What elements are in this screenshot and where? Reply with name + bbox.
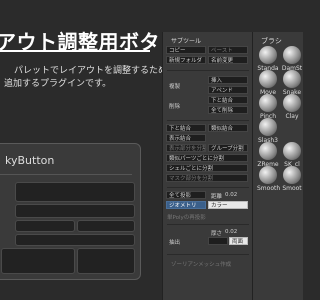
brush-item[interactable]: Smooth — [257, 166, 280, 192]
merge-visible-button[interactable]: 表示結合 — [166, 134, 206, 142]
reproject-label: 単Polyの再投影 — [167, 215, 206, 221]
brush-sphere-icon — [283, 46, 301, 64]
geometry-toggle[interactable]: ジオメトリ — [166, 201, 206, 209]
color-toggle[interactable]: カラー — [208, 201, 248, 209]
divider — [167, 70, 249, 71]
thickness-value[interactable]: 0.02 — [225, 229, 237, 235]
thickness-label: 厚さ — [211, 231, 223, 237]
brush-item[interactable]: DamSt — [281, 46, 303, 72]
rename-button[interactable]: 名前変更 — [208, 56, 248, 64]
brush-palette: ブラシ Standa DamSt Move Snake Pinch Clay S… — [252, 32, 303, 300]
divider — [167, 254, 249, 255]
both-sides-toggle[interactable]: 両面 — [229, 237, 248, 245]
split-similar-button[interactable]: 類似パーツごとに分割 — [166, 154, 248, 162]
custom-palette: kyButton — [0, 143, 141, 280]
brush-sphere-icon — [283, 94, 301, 112]
layout-button-slot[interactable] — [15, 220, 75, 232]
layout-button-slot[interactable] — [15, 182, 135, 202]
brush-item[interactable]: ZReme — [257, 142, 279, 168]
footer-label: ゾーリアンメッシュ作成 — [171, 262, 232, 268]
subtool-header: サブツール — [171, 38, 202, 45]
distance-label: 距離 — [211, 194, 223, 200]
brush-item[interactable]: Slash3 — [257, 118, 279, 144]
extract-option-button[interactable] — [208, 237, 228, 245]
split-hidden-button[interactable]: 表示部分を分割 — [166, 144, 206, 152]
layout-button-slot[interactable] — [15, 204, 135, 218]
brush-item[interactable]: Pinch — [257, 94, 279, 120]
paste-button[interactable]: ペースト — [208, 46, 248, 54]
brush-sphere-icon — [259, 166, 277, 184]
merge-down-2-button[interactable]: 下と結合 — [166, 124, 206, 132]
brush-sphere-icon — [259, 46, 277, 64]
layout-button-slot[interactable] — [77, 248, 135, 274]
divider — [167, 224, 249, 225]
split-masked-button[interactable]: マスク部分を分割 — [166, 174, 248, 182]
insert-button[interactable]: 挿入 — [208, 76, 248, 84]
delete-all-button[interactable]: 全て削除 — [208, 106, 248, 114]
brush-header: ブラシ — [261, 37, 282, 45]
extract-label: 抽出 — [169, 240, 181, 246]
subtool-panel: サブツール コピー ペースト 新規フォルダ 名前変更 複製 挿入 アペンド 削除… — [162, 32, 254, 300]
duplicate-label: 複製 — [169, 84, 181, 90]
brush-sphere-icon — [259, 142, 277, 160]
brush-item[interactable]: Standa — [257, 46, 279, 72]
layout-button-slot[interactable] — [77, 220, 135, 232]
brush-sphere-icon — [259, 94, 277, 112]
layout-button-slot[interactable] — [1, 248, 75, 274]
description-line-2: 追加するプラグインです。 — [4, 79, 112, 89]
project-all-button[interactable]: 全て投影 — [166, 191, 206, 199]
divider — [167, 187, 249, 188]
merge-similar-button[interactable]: 類似結合 — [208, 124, 248, 132]
brush-sphere-icon — [259, 70, 277, 88]
brush-item[interactable]: Snake — [281, 70, 303, 96]
merge-down-button[interactable]: 下と結合 — [208, 96, 248, 104]
split-shells-button[interactable]: シェルごとに分割 — [166, 164, 248, 172]
copy-button[interactable]: コピー — [166, 46, 206, 54]
brush-item[interactable]: SK_cl — [281, 142, 303, 168]
brush-item[interactable]: Move — [257, 70, 279, 96]
distance-value[interactable]: 0.02 — [225, 192, 237, 198]
brush-item[interactable]: Smoot — [281, 166, 303, 192]
append-button[interactable]: アペンド — [208, 86, 248, 94]
divider — [167, 120, 249, 121]
hero-underline — [0, 50, 150, 52]
palette-divider — [0, 174, 132, 175]
new-folder-button[interactable]: 新規フォルダ — [166, 56, 206, 64]
brush-sphere-icon — [283, 166, 301, 184]
brush-item[interactable]: Clay — [281, 94, 303, 120]
palette-title: kyButton — [5, 154, 55, 167]
brush-sphere-icon — [283, 142, 301, 160]
description-line-1: パレットでレイアウトを調整するための — [14, 66, 177, 76]
delete-label: 削除 — [169, 104, 181, 110]
layout-button-slot[interactable] — [15, 234, 135, 246]
brush-sphere-icon — [259, 118, 277, 136]
brush-sphere-icon — [283, 70, 301, 88]
groups-split-button[interactable]: グループ分割 — [208, 144, 248, 152]
